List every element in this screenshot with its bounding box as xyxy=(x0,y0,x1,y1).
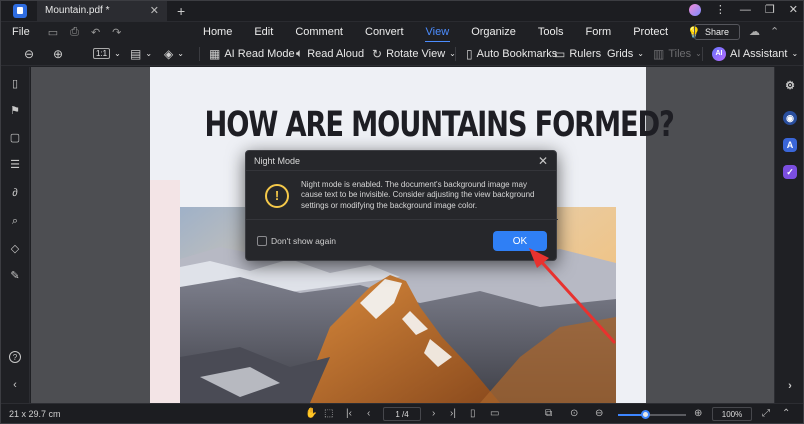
zoom-in-icon[interactable]: ⊕ xyxy=(694,408,702,419)
fit-page-icon[interactable]: ⧉ xyxy=(545,408,552,419)
status-bar: 21 x 29.7 cm ✋ ⬚ |‹ ‹ 1 /4 › ›| ▯ ▭ ⧉ ⊙ … xyxy=(0,403,804,424)
select-tool-icon[interactable]: ⬚ xyxy=(324,408,333,419)
zoom-level-dropdown[interactable]: 100% xyxy=(712,407,752,421)
single-page-icon[interactable]: ▯ xyxy=(470,408,476,419)
zoom-out-icon[interactable]: ⊖ xyxy=(595,408,603,419)
page-size-label: 21 x 29.7 cm xyxy=(9,409,61,419)
first-page-icon[interactable]: |‹ xyxy=(346,408,352,419)
fullscreen-icon[interactable]: ⤢ xyxy=(762,408,770,419)
fit-width-icon[interactable]: ▭ xyxy=(490,408,499,419)
zoom-slider-handle[interactable] xyxy=(641,410,651,419)
view-mode-icon[interactable]: ⊙ xyxy=(570,408,578,419)
hand-tool-icon[interactable]: ✋ xyxy=(305,408,317,419)
collapse-icon[interactable]: ⌃ xyxy=(782,408,790,419)
next-page-icon[interactable]: › xyxy=(432,408,435,419)
page-number-input[interactable]: 1 /4 xyxy=(383,407,421,421)
annotation-arrow xyxy=(529,248,616,344)
zoom-slider[interactable] xyxy=(618,410,686,419)
last-page-icon[interactable]: ›| xyxy=(450,408,456,419)
previous-page-icon[interactable]: ‹ xyxy=(367,408,370,419)
